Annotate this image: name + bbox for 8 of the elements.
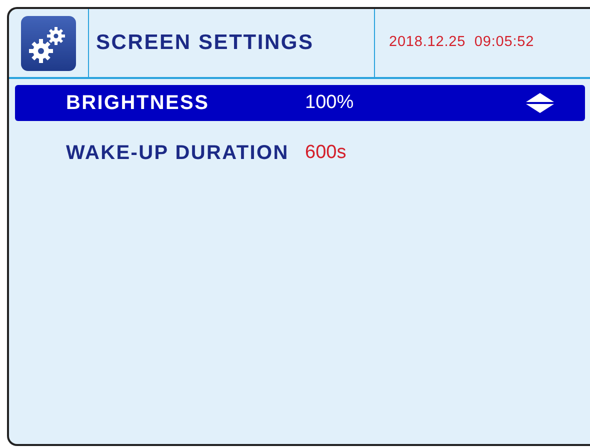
up-down-arrow-icon bbox=[526, 93, 554, 113]
setting-value: 100% bbox=[305, 90, 355, 115]
setting-row[interactable]: WAKE-UP DURATION 600s bbox=[15, 135, 585, 171]
date-time: 2018.12.25 09:05:52 bbox=[389, 33, 534, 52]
gears-icon bbox=[21, 16, 76, 70]
setting-row[interactable]: BRIGHTNESS 100% bbox=[15, 85, 585, 121]
screen-title: SCREEN SETTINGS bbox=[96, 30, 314, 56]
setting-value: 600s bbox=[305, 140, 348, 165]
